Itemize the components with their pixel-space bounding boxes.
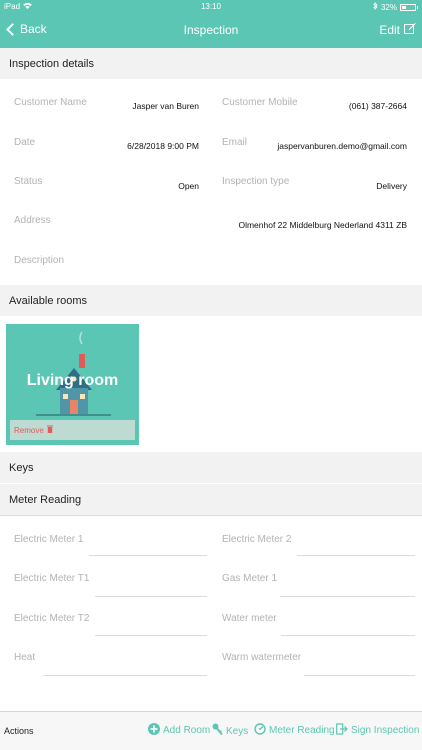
remove-room-button[interactable]: Remove	[10, 420, 135, 440]
meter-reading-header: Meter Reading	[0, 484, 422, 516]
heat-label: Heat	[14, 652, 36, 663]
address-value: Olmenhof 22 Middelburg Nederland 4311 ZB	[238, 220, 407, 230]
room-name: Living room	[26, 372, 119, 389]
warm-watermeter-label: Warm watermeter	[222, 652, 302, 663]
customer-name-value: Jasper van Buren	[132, 101, 199, 111]
edit-button[interactable]: Edit	[379, 22, 416, 37]
keys-button[interactable]: Keys	[212, 723, 248, 739]
water-meter-input[interactable]	[281, 635, 415, 636]
electric-meter-2-label: Electric Meter 2	[222, 534, 292, 545]
water-meter-label: Water meter	[222, 613, 277, 624]
meter-reading-button[interactable]: Meter Reading	[254, 723, 335, 738]
address-label: Address	[14, 215, 51, 226]
available-rooms-header: Available rooms	[0, 285, 422, 316]
heat-input[interactable]	[43, 675, 207, 676]
actions-toolbar: Actions Add Room Keys Meter Reading Sign…	[0, 711, 422, 750]
keys-header: Keys	[0, 452, 422, 483]
battery-icon	[400, 3, 416, 11]
edit-icon	[404, 22, 416, 37]
trash-icon	[46, 425, 53, 435]
room-card-living-room[interactable]: Living room Remove	[6, 324, 139, 445]
electric-meter-t1-input[interactable]	[95, 596, 207, 597]
battery-percent: 32%	[380, 2, 397, 12]
electric-meter-2-input[interactable]	[297, 555, 415, 556]
description-label: Description	[14, 255, 65, 266]
inspection-type-value: Delivery	[376, 181, 407, 191]
actions-label: Actions	[4, 726, 34, 736]
inspection-details-header: Inspection details	[0, 48, 422, 79]
sign-inspection-button[interactable]: Sign Inspection	[336, 723, 419, 738]
bluetooth-icon	[373, 2, 378, 12]
plus-circle-icon	[148, 723, 160, 738]
email-label: Email	[222, 137, 248, 148]
status-time: 13:10	[200, 2, 222, 11]
gas-meter-1-label: Gas Meter 1	[222, 573, 278, 584]
page-title: Inspection	[183, 23, 239, 37]
status-value: Open	[178, 181, 199, 191]
sign-out-icon	[336, 723, 348, 738]
electric-meter-t1-label: Electric Meter T1	[14, 573, 90, 584]
electric-meter-t2-input[interactable]	[95, 635, 207, 636]
customer-mobile-label: Customer Mobile	[222, 97, 298, 108]
date-value: 6/28/2018 9:00 PM	[127, 141, 199, 151]
email-value: jaspervanburen.demo@gmail.com	[277, 141, 407, 151]
navigation-bar: Back Inspection Edit	[0, 14, 422, 48]
key-icon	[212, 723, 223, 739]
gas-meter-1-input[interactable]	[280, 596, 415, 597]
inspection-type-label: Inspection type	[222, 176, 290, 187]
status-label: Status	[14, 176, 43, 187]
electric-meter-1-label: Electric Meter 1	[14, 534, 84, 545]
date-label: Date	[14, 137, 36, 148]
meter-icon	[254, 723, 266, 738]
customer-mobile-value: (061) 387-2664	[348, 101, 407, 111]
status-bar: iPad 13:10 32%	[0, 0, 422, 14]
electric-meter-1-input[interactable]	[89, 555, 207, 556]
electric-meter-t2-label: Electric Meter T2	[14, 613, 90, 624]
warm-watermeter-input[interactable]	[304, 675, 415, 676]
customer-name-label: Customer Name	[14, 97, 87, 108]
add-room-button[interactable]: Add Room	[148, 723, 210, 738]
edit-label: Edit	[379, 22, 400, 37]
